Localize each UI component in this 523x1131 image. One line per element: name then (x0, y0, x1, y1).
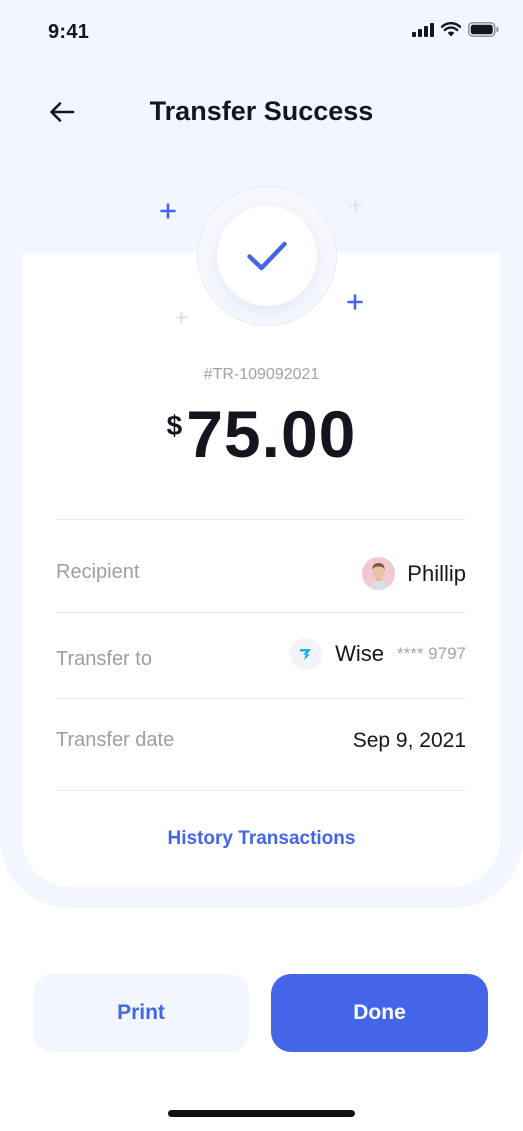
done-button[interactable]: Done (271, 974, 488, 1052)
transfer-date-value: Sep 9, 2021 (352, 729, 466, 752)
transfer-date-value-wrap: Sep 9, 2021 (353, 729, 466, 753)
sparkle-icon (160, 203, 176, 219)
transfer-to-value: Wise **** 9797 (290, 638, 466, 670)
divider (56, 612, 466, 613)
success-badge (217, 206, 317, 306)
wifi-icon (441, 22, 461, 37)
recipient-value: Phillip (362, 557, 466, 590)
recipient-label: Recipient (56, 561, 140, 583)
divider (56, 698, 466, 699)
sparkle-icon (349, 199, 362, 212)
home-indicator (168, 1110, 355, 1117)
amount-value: 75.00 (186, 397, 357, 471)
status-bar: 9:41 (0, 0, 523, 66)
divider (56, 790, 466, 791)
status-time: 9:41 (48, 21, 90, 43)
transfer-date-label: Transfer date (56, 729, 175, 751)
signal-icon (412, 22, 434, 37)
wise-logo-icon (290, 638, 323, 670)
battery-icon (468, 22, 499, 37)
history-transactions-link[interactable]: History Transactions (0, 828, 523, 850)
page-title: Transfer Success (149, 96, 374, 126)
currency-symbol: $ (166, 410, 183, 441)
divider (56, 519, 466, 520)
sparkle-icon (347, 294, 363, 310)
print-button[interactable]: Print (33, 974, 249, 1052)
sparkle-icon (175, 311, 188, 324)
recipient-name: Phillip (407, 560, 466, 586)
status-icons (412, 22, 499, 37)
transfer-to-label: Transfer to (56, 648, 152, 670)
transfer-amount: $75.00 (0, 396, 523, 472)
provider-name: Wise (335, 641, 384, 666)
page-header: Transfer Success (0, 80, 523, 146)
transaction-id: #TR-109092021 (203, 366, 320, 383)
avatar (362, 557, 396, 590)
checkmark-icon (247, 241, 287, 271)
masked-account: **** 9797 (396, 644, 466, 663)
